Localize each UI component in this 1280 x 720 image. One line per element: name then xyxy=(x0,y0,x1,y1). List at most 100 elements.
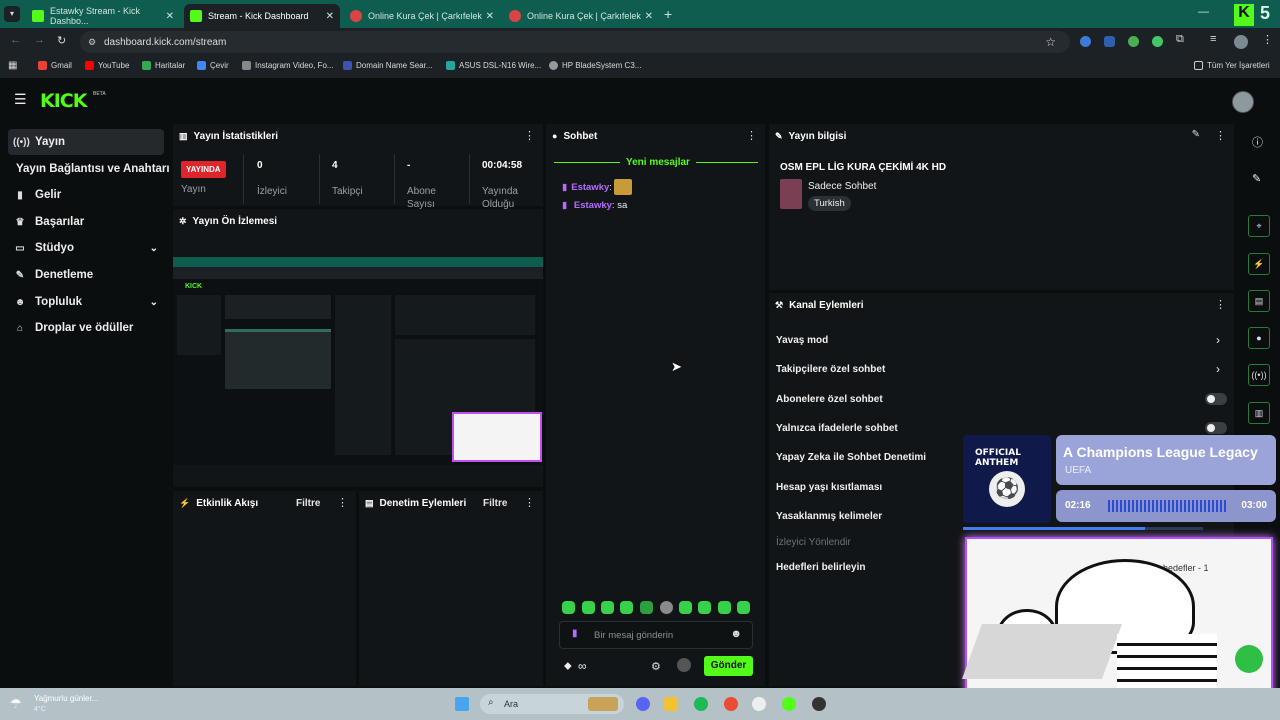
kick-taskbar-icon[interactable] xyxy=(782,697,796,711)
browser-tab-4[interactable]: Online Kura Çek | Çarkıfelek ✕ xyxy=(503,4,659,28)
chat-input[interactable]: ▮ Bir mesaj gönderin ☻ xyxy=(559,621,753,649)
action-slow-mode[interactable]: Yavaş mod xyxy=(776,335,828,346)
bookmark-domain[interactable]: Domain Name Sear... xyxy=(343,61,432,70)
browser-tab-2[interactable]: Stream - Kick Dashboard ✕ xyxy=(184,4,340,28)
site-info-icon[interactable]: ⚙ xyxy=(88,37,96,48)
emoji-picker-icon[interactable]: ☻ xyxy=(730,628,742,640)
sidebar-item-achievements[interactable]: ♛ Başarılar xyxy=(8,209,164,235)
reading-list-icon[interactable]: ≡ xyxy=(1210,33,1216,45)
filter-button[interactable]: Filtre xyxy=(483,498,507,509)
forward-icon[interactable]: → xyxy=(34,34,45,46)
reload-icon[interactable]: ↻ xyxy=(57,34,66,47)
more-options-icon[interactable]: ⋮ xyxy=(1215,129,1226,142)
edit-pencil-icon[interactable]: ✎ xyxy=(1192,129,1200,140)
emote-8[interactable] xyxy=(698,601,711,614)
chrome-taskbar-icon[interactable] xyxy=(724,697,738,711)
emote-4[interactable] xyxy=(620,601,633,614)
extension-icon-2[interactable] xyxy=(1104,36,1115,47)
browser-tab-1[interactable]: Estawky Stream - Kick Dashbo... ✕ xyxy=(26,4,180,28)
sidebar-item-moderation[interactable]: ✎ Denetleme xyxy=(8,262,164,288)
sidebar-item-revenue[interactable]: ▮ Gelir xyxy=(8,182,164,208)
extensions-puzzle-icon[interactable]: ⧉ xyxy=(1176,33,1184,46)
sidebar-item-drops[interactable]: ⌂ Droplar ve ödüller xyxy=(8,315,164,341)
emote-3[interactable] xyxy=(601,601,614,614)
spotify-taskbar-icon[interactable] xyxy=(694,697,708,711)
kick-logo[interactable]: KICK xyxy=(40,90,87,112)
emote-menu-icon[interactable] xyxy=(677,658,691,672)
emote-9[interactable] xyxy=(718,601,731,614)
close-tab-icon[interactable]: ✕ xyxy=(645,11,653,22)
more-options-icon[interactable]: ⋮ xyxy=(524,129,535,142)
bookmark-hp[interactable]: HP BladeSystem C3... xyxy=(549,61,641,70)
stream-preview-video[interactable]: KICK xyxy=(173,257,543,465)
extension-icon-4[interactable] xyxy=(1152,36,1163,47)
rail-chat-button[interactable]: ● xyxy=(1248,327,1270,349)
action-banned-words[interactable]: Yasaklanmış kelimeler xyxy=(776,511,882,522)
minimize-button[interactable]: — xyxy=(1198,6,1209,18)
bookmark-translate[interactable]: Çevir xyxy=(197,61,229,70)
media-player-taskbar-icon[interactable] xyxy=(752,697,766,711)
rail-clip-button[interactable]: ⌖ xyxy=(1248,215,1270,237)
obs-taskbar-icon[interactable] xyxy=(812,697,826,711)
extension-icon-3[interactable] xyxy=(1128,36,1139,47)
sidebar-item-stream[interactable]: ((•)) Yayın xyxy=(8,129,164,155)
rail-layout-button[interactable]: ▥ xyxy=(1248,402,1270,424)
close-tab-icon[interactable]: ✕ xyxy=(486,11,494,22)
subscribers-only-toggle[interactable] xyxy=(1205,393,1227,405)
action-subscribers-only[interactable]: Abonelere özel sohbet xyxy=(776,394,883,405)
send-button[interactable]: Gönder xyxy=(704,656,753,676)
rail-bolt-button[interactable]: ⚡ xyxy=(1248,253,1270,275)
emotes-only-toggle[interactable] xyxy=(1205,422,1227,434)
emote-1[interactable] xyxy=(562,601,575,614)
chevron-right-icon[interactable]: › xyxy=(1216,333,1220,347)
action-followers-only[interactable]: Takipçilere özel sohbet xyxy=(776,364,885,375)
chat-settings-icon[interactable]: ⚙ xyxy=(651,660,661,673)
points-icon[interactable]: ⬥ xyxy=(564,660,572,673)
emote-6[interactable] xyxy=(660,601,673,614)
all-bookmarks[interactable]: Tüm Yer İşaretleri xyxy=(1194,61,1270,70)
filter-button[interactable]: Filtre xyxy=(296,498,320,509)
taskbar-search[interactable]: ⌕ Ara xyxy=(480,694,624,714)
bookmark-star-icon[interactable]: ☆ xyxy=(1045,35,1056,49)
file-explorer-taskbar-icon[interactable] xyxy=(664,697,678,711)
action-set-goals[interactable]: Hedefleri belirleyin xyxy=(776,562,865,573)
user-avatar[interactable] xyxy=(1232,91,1254,113)
bookmark-gmail[interactable]: Gmail xyxy=(38,61,72,70)
bookmark-youtube[interactable]: YouTube xyxy=(85,61,129,70)
action-emotes-only[interactable]: Yalnızca ifadelerle sohbet xyxy=(776,423,898,434)
more-options-icon[interactable]: ⋮ xyxy=(337,496,348,509)
back-icon[interactable]: ← xyxy=(10,34,21,46)
browser-menu-icon[interactable]: ⋮ xyxy=(1262,33,1273,46)
action-account-age[interactable]: Hesap yaşı kısıtlaması xyxy=(776,482,882,493)
more-options-icon[interactable]: ⋮ xyxy=(524,496,535,509)
sidebar-item-community[interactable]: ☻ Topluluk ⌄ xyxy=(8,289,164,315)
sidebar-item-stream-key[interactable]: Yayın Bağlantısı ve Anahtarı xyxy=(16,156,172,182)
more-options-icon[interactable]: ⋮ xyxy=(746,129,757,142)
new-tab-button[interactable]: + xyxy=(664,6,672,22)
chevron-right-icon[interactable]: › xyxy=(1216,362,1220,376)
tab-search-button[interactable]: ▾ xyxy=(4,6,20,22)
more-options-icon[interactable]: ⋮ xyxy=(1215,298,1226,311)
close-tab-icon[interactable]: ✕ xyxy=(166,11,174,22)
profile-avatar[interactable] xyxy=(1234,35,1248,49)
rail-broadcast-button[interactable]: ((•)) xyxy=(1248,364,1270,386)
bookmark-instagram[interactable]: Instagram Video, Fo... xyxy=(242,61,334,70)
sidebar-item-studio[interactable]: ▭ Stüdyo ⌄ xyxy=(8,235,164,261)
action-ai-moderation[interactable]: Yapay Zeka ile Sohbet Denetimi xyxy=(776,452,926,463)
bookmark-asus[interactable]: ASUS DSL-N16 Wire... xyxy=(446,61,541,70)
start-button[interactable] xyxy=(455,697,469,711)
weather-text[interactable]: Yağmurlu günler... xyxy=(34,694,98,703)
rail-document-button[interactable]: ▤ xyxy=(1248,290,1270,312)
emote-7[interactable] xyxy=(679,601,692,614)
emote-10[interactable] xyxy=(737,601,750,614)
browser-tab-3[interactable]: Online Kura Çek | Çarkıfelek ✕ xyxy=(344,4,500,28)
info-icon[interactable]: ⓘ xyxy=(1252,134,1263,150)
emote-5[interactable] xyxy=(640,601,653,614)
url-field[interactable]: ⚙ dashboard.kick.com/stream ☆ xyxy=(80,31,1070,53)
emote-2[interactable] xyxy=(582,601,595,614)
category-name[interactable]: Sadece Sohbet xyxy=(808,181,876,192)
edit-icon[interactable]: ✎ xyxy=(1252,172,1261,185)
hamburger-menu-icon[interactable]: ☰ xyxy=(14,91,27,108)
extension-icon-1[interactable] xyxy=(1080,36,1091,47)
action-raid[interactable]: İzleyici Yönlendir xyxy=(776,537,851,548)
